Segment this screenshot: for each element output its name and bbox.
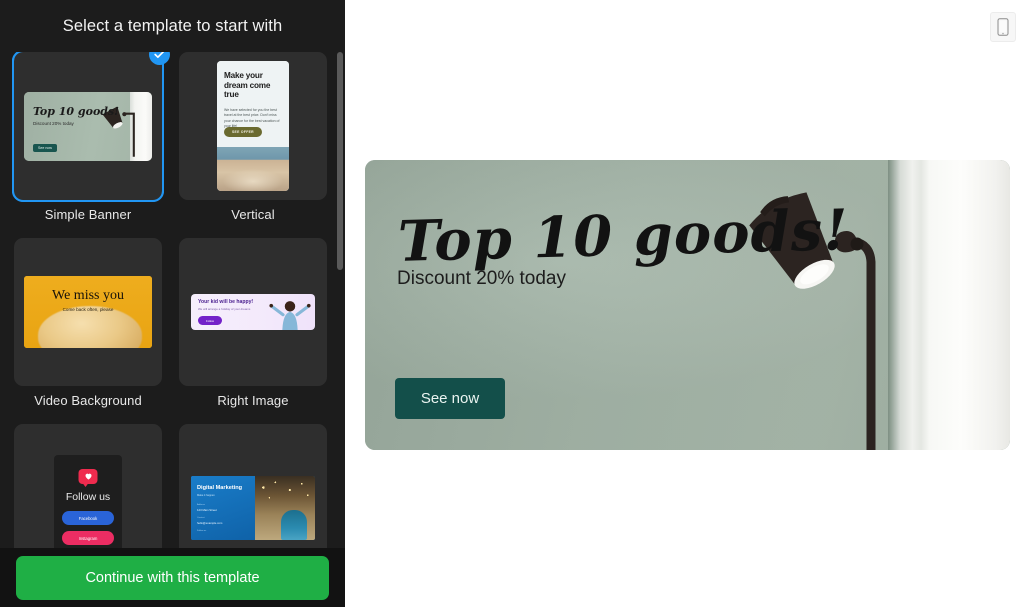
template-list-scrollbar[interactable]: [337, 52, 343, 548]
continue-with-template-button[interactable]: Continue with this template: [16, 555, 329, 600]
thumb-headline: Follow us: [65, 491, 111, 503]
template-card-right-image[interactable]: Your kid will be happy! We will arrange …: [179, 238, 327, 386]
thumb-facebook-button: Facebook: [62, 511, 114, 525]
thumb-row-1-value: 123 Main Street: [197, 508, 217, 512]
thumb-button: See now: [33, 143, 57, 152]
template-card-video-background[interactable]: We miss you Come back often, please: [14, 238, 162, 386]
template-cell: Make your dream come true We have select…: [179, 52, 327, 232]
template-card-follow-us[interactable]: Follow us Facebook Instagram: [14, 424, 162, 548]
thumb-instagram-button: Instagram: [62, 531, 114, 545]
sidebar-footer: Continue with this template: [0, 548, 345, 607]
thumb-subhead: Discount 20% today: [33, 120, 74, 126]
thumb-subhead: Come back often, please: [62, 307, 114, 312]
thumb-row-2-value: hello@example.com: [197, 521, 223, 525]
check-icon: [149, 52, 170, 65]
banner-headline: Top 10 goods!: [397, 197, 850, 275]
template-sidebar: Select a template to start with Top 10 g…: [0, 0, 345, 607]
thumb-button: SEE OFFER: [224, 127, 262, 137]
thumbnail-video-background: We miss you Come back often, please: [24, 276, 152, 348]
child-image: [269, 301, 311, 330]
template-cell: Top 10 goods! Discount 20% today See now…: [12, 52, 170, 232]
thumb-photo: [217, 147, 289, 191]
template-card-vertical[interactable]: Make your dream come true We have select…: [179, 52, 327, 200]
heart-notification-icon: [78, 469, 98, 487]
thumb-headline: We miss you: [52, 288, 124, 303]
thumb-button: Follow: [198, 316, 223, 325]
thumbnail-follow-us: Follow us Facebook Instagram: [54, 455, 122, 548]
template-picker-screen: Select a template to start with Top 10 g…: [0, 0, 1024, 607]
person-image: [281, 510, 307, 540]
mobile-device-glyph: [997, 18, 1009, 36]
template-cell: Follow us Facebook Instagram: [14, 424, 162, 548]
template-card-digital-marketing[interactable]: Digital Marketing Make it happen Address…: [179, 424, 327, 548]
thumb-subhead: Make it happen: [197, 494, 215, 497]
thumbnail-right-image: Your kid will be happy! We will arrange …: [191, 294, 315, 330]
template-list[interactable]: Top 10 goods! Discount 20% today See now…: [0, 52, 345, 548]
thumb-row-3-label: Follow us: [197, 530, 207, 532]
template-cell: Your kid will be happy! We will arrange …: [179, 238, 327, 418]
template-label-video-background: Video Background: [34, 393, 142, 408]
thumb-headline: Make your dream come true: [224, 71, 271, 100]
template-label-simple-banner: Simple Banner: [44, 207, 132, 222]
template-cell: Digital Marketing Make it happen Address…: [179, 424, 327, 548]
banner-subhead: Discount 20% today: [397, 268, 566, 289]
thumb-headline: Your kid will be happy!: [198, 299, 254, 305]
thumb-row-2-label: Contact: [197, 517, 205, 519]
editor-canvas: Top 10 goods! Discount 20% today See now: [345, 0, 1024, 607]
template-label-right-image: Right Image: [217, 393, 289, 408]
template-label-vertical: Vertical: [231, 207, 275, 222]
mobile-device-icon[interactable]: [990, 12, 1016, 42]
page-title: Select a template to start with: [0, 0, 345, 52]
thumbnail-digital-marketing: Digital Marketing Make it happen Address…: [191, 476, 315, 540]
thumb-headline: Digital Marketing: [197, 485, 243, 491]
thumbnail-simple-banner: Top 10 goods! Discount 20% today See now: [24, 91, 152, 161]
thumb-body: We will arrange a holiday of your dreams: [198, 307, 251, 311]
scrollbar-thumb[interactable]: [337, 52, 343, 270]
thumb-headline: Top 10 goods!: [33, 104, 119, 118]
template-card-simple-banner[interactable]: Top 10 goods! Discount 20% today See now: [12, 52, 170, 202]
banner-cta-button[interactable]: See now: [395, 378, 505, 419]
banner-preview[interactable]: Top 10 goods! Discount 20% today See now: [365, 160, 1010, 450]
thumb-photo: [255, 476, 315, 540]
thumbnail-vertical: Make your dream come true We have select…: [217, 61, 289, 191]
template-cell: We miss you Come back often, please Vide…: [14, 238, 162, 418]
thumb-row-1-label: Address: [197, 504, 206, 506]
